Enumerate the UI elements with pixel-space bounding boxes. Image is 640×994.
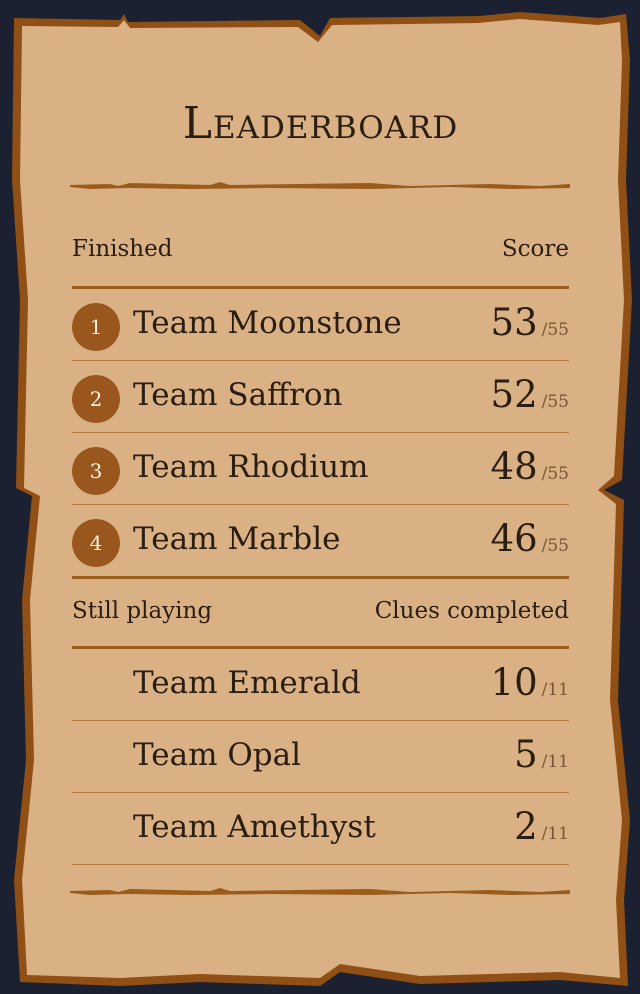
playing-row: Team Amethyst 2/11 [72,793,569,865]
leaderboard-panel: Leaderboard Finished Score 1 Team Moonst… [70,0,570,994]
team-name: Team Rhodium [133,449,369,485]
still-playing-header: Still playing Clues completed [72,598,569,628]
page-title: Leaderboard [182,98,459,149]
score-max: /11 [541,680,569,700]
score-value: 5 [514,733,538,776]
team-score: 48/55 [491,445,569,488]
score-value: 10 [490,661,538,704]
rank-badge: 3 [72,447,120,495]
score-value: 53 [490,301,538,344]
score-max: /55 [541,464,569,484]
team-score: 2/11 [514,805,569,848]
score-value: 46 [490,517,538,560]
clues-column-label: Clues completed [374,598,569,624]
team-score: 5/11 [514,733,569,776]
rank-badge: 1 [72,303,120,351]
finished-row: 3 Team Rhodium 48/55 [72,433,569,505]
team-name: Team Opal [133,737,302,773]
bottom-divider [70,888,570,895]
score-column-label: Score [501,236,569,262]
score-value: 52 [490,373,538,416]
finished-header: Finished Score [72,236,569,266]
team-score: 10/11 [491,661,569,704]
finished-label: Finished [72,236,173,262]
team-name: Team Emerald [133,665,361,701]
team-name: Team Saffron [133,377,343,413]
score-value: 48 [490,445,538,488]
finished-section-divider [72,576,569,579]
still-playing-label: Still playing [72,598,213,624]
rank-badge: 4 [72,519,120,567]
team-score: 46/55 [491,517,569,560]
score-max: /11 [541,752,569,772]
score-max: /11 [541,824,569,844]
playing-row: Team Opal 5/11 [72,721,569,793]
top-divider [70,182,570,189]
team-name: Team Marble [133,521,341,557]
team-name: Team Moonstone [133,305,402,341]
score-value: 2 [514,805,538,848]
finished-row: 1 Team Moonstone 53/55 [72,289,569,361]
score-max: /55 [541,536,569,556]
team-score: 52/55 [491,373,569,416]
finished-row: 4 Team Marble 46/55 [72,505,569,577]
score-max: /55 [541,320,569,340]
finished-row: 2 Team Saffron 52/55 [72,361,569,433]
score-max: /55 [541,392,569,412]
team-score: 53/55 [491,301,569,344]
rank-badge: 2 [72,375,120,423]
team-name: Team Amethyst [133,809,376,845]
playing-row: Team Emerald 10/11 [72,649,569,721]
